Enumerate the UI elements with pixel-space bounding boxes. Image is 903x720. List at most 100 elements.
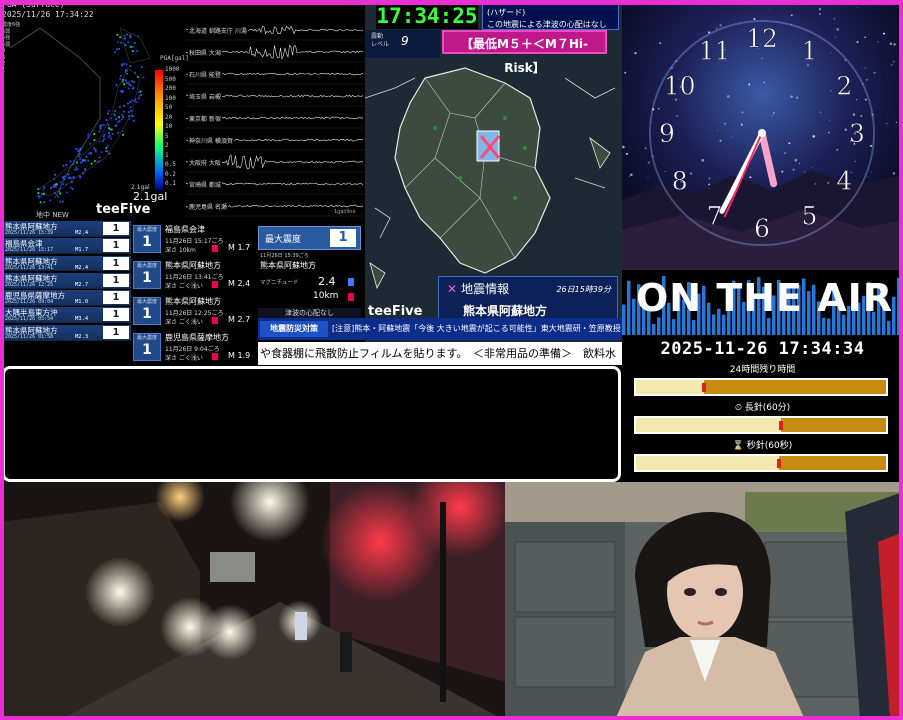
station-dot	[127, 81, 130, 84]
quake-info-title: ✕ 地震情報	[447, 280, 509, 297]
quake-time: 2025/11/26 09:04	[5, 299, 54, 306]
station-dot	[87, 159, 90, 162]
quake-magnitude: M2.4	[75, 230, 89, 236]
detail-intensity-box: 最大震度 1	[133, 261, 161, 289]
station-dot	[107, 112, 109, 115]
station-dot	[138, 95, 141, 97]
station-dot	[78, 155, 80, 158]
station-dot	[105, 146, 108, 149]
station-dot	[71, 181, 73, 183]
station-dot	[69, 160, 72, 163]
shaking-level-value: 9	[401, 34, 409, 48]
station-dot	[129, 84, 132, 87]
detail-int-label: 最大震度	[136, 335, 157, 341]
station-dot	[84, 168, 87, 170]
station-dot	[121, 64, 123, 67]
station-dot	[129, 65, 132, 67]
station-dot	[127, 111, 130, 113]
station-dot	[102, 139, 105, 142]
quake-intensity: 1	[103, 239, 129, 253]
mag-bar	[348, 278, 354, 286]
station-dot	[63, 178, 65, 180]
scale-tick: 10	[165, 123, 173, 130]
station-dot	[67, 173, 70, 176]
wave-label: 大阪府 大阪	[188, 158, 222, 167]
station-dot	[138, 91, 140, 94]
quake-detail-row: 最大震度 1 福島県会津 11月26日 15:17ごろ 深さ 10km M 1.7	[132, 221, 258, 257]
detail-int-value: 1	[142, 342, 152, 358]
eq-bar	[692, 320, 696, 335]
station-dot	[119, 106, 121, 108]
scale-tick: 0.2	[165, 170, 176, 178]
eq-bar	[627, 280, 631, 335]
timer-progress-bar	[634, 378, 888, 396]
scale-tick: 0.1	[165, 180, 176, 187]
quake-magnitude: M1.0	[75, 299, 89, 306]
timer-progress-fill	[636, 456, 779, 470]
station-dot	[38, 196, 40, 199]
quake-time: 2025/11/26 13:41	[5, 264, 54, 271]
station-dot	[131, 50, 134, 52]
quake-intensity: 1	[103, 256, 129, 270]
station-dot	[122, 116, 124, 118]
station-dot	[129, 101, 132, 103]
station-dot	[82, 159, 85, 162]
clock-number: 5	[802, 201, 818, 230]
station-dot	[135, 101, 138, 104]
station-dot	[76, 161, 78, 164]
wave-label: 埼玉県 岩槻	[188, 92, 222, 101]
hypo-mag-label: マグニチュード	[260, 280, 299, 286]
station-dot	[122, 81, 124, 83]
quake-magnitude: M2.4	[75, 264, 89, 271]
station-dot	[81, 161, 83, 163]
station-dot	[94, 148, 97, 151]
station-dot	[39, 201, 42, 204]
station-dot	[116, 121, 119, 124]
station-dot	[116, 41, 119, 44]
timer-label-text: 秒針(60秒)	[746, 441, 793, 451]
quake-info-box: ✕ 地震情報 26日15時39分 熊本県阿蘇地方	[438, 276, 618, 320]
station-dot	[122, 110, 125, 113]
station-dot	[75, 147, 77, 150]
station-dot	[98, 140, 101, 143]
eq-bar	[622, 304, 626, 335]
hour-hand	[758, 129, 778, 188]
station-dot	[133, 81, 135, 83]
scale-tick: 500	[165, 75, 176, 83]
station-dot	[139, 90, 142, 93]
station-dot	[89, 142, 92, 145]
station-dot	[79, 147, 82, 150]
detail-depth: 深さ ごく浅い	[165, 355, 203, 362]
station-dot	[111, 133, 114, 135]
wave-label: 宮崎県 都城	[188, 180, 222, 189]
detail-int-value: 1	[142, 234, 152, 250]
station-dot	[37, 192, 40, 194]
station-dot	[126, 33, 129, 36]
station-dot	[115, 118, 118, 121]
star	[895, 121, 898, 124]
station-dot	[100, 124, 103, 127]
station-dot	[137, 97, 140, 100]
timer-label-text: 長針(60分)	[744, 403, 791, 413]
clock-number: 4	[836, 167, 852, 196]
quake-intensity: 1	[103, 291, 129, 305]
kmoni-panel: PGA (Surface) 2025/11/26 17:34:22 震度6強 6弱…	[0, 0, 365, 365]
wave-label: 北海道 釧路支庁 川湯	[188, 26, 248, 35]
datetime-readout: 2025-11-26 17:34:34	[660, 339, 865, 359]
station-dot	[132, 87, 134, 90]
star	[899, 187, 902, 191]
eq-bar	[767, 318, 771, 335]
quake-history-list: 熊本県阿蘇地方 2025/11/26 15:39 M2.4 1 福島県会津 2025/11…	[3, 221, 131, 342]
timer-progress-bar	[634, 416, 888, 434]
on-air-panel: ON THE AIR	[622, 270, 903, 335]
timer-progress-marker	[701, 383, 706, 392]
station-dot	[122, 134, 124, 136]
tsunami-note: (ハザード) この地震による津波の心配はなし	[482, 4, 619, 30]
station-dot	[124, 37, 126, 40]
news-ticker: 地震防災対策 [注意]熊本・阿蘇地震「今後 大きい地震が起こる可能性」東大地震研…	[258, 318, 622, 365]
station-dot	[110, 128, 113, 131]
detail-time: 11月26日 15:17ごろ	[165, 238, 224, 245]
detail-place: 福島県会津	[165, 225, 205, 234]
quake-magnitude: M2.3	[75, 333, 89, 340]
station-dot	[72, 176, 75, 179]
